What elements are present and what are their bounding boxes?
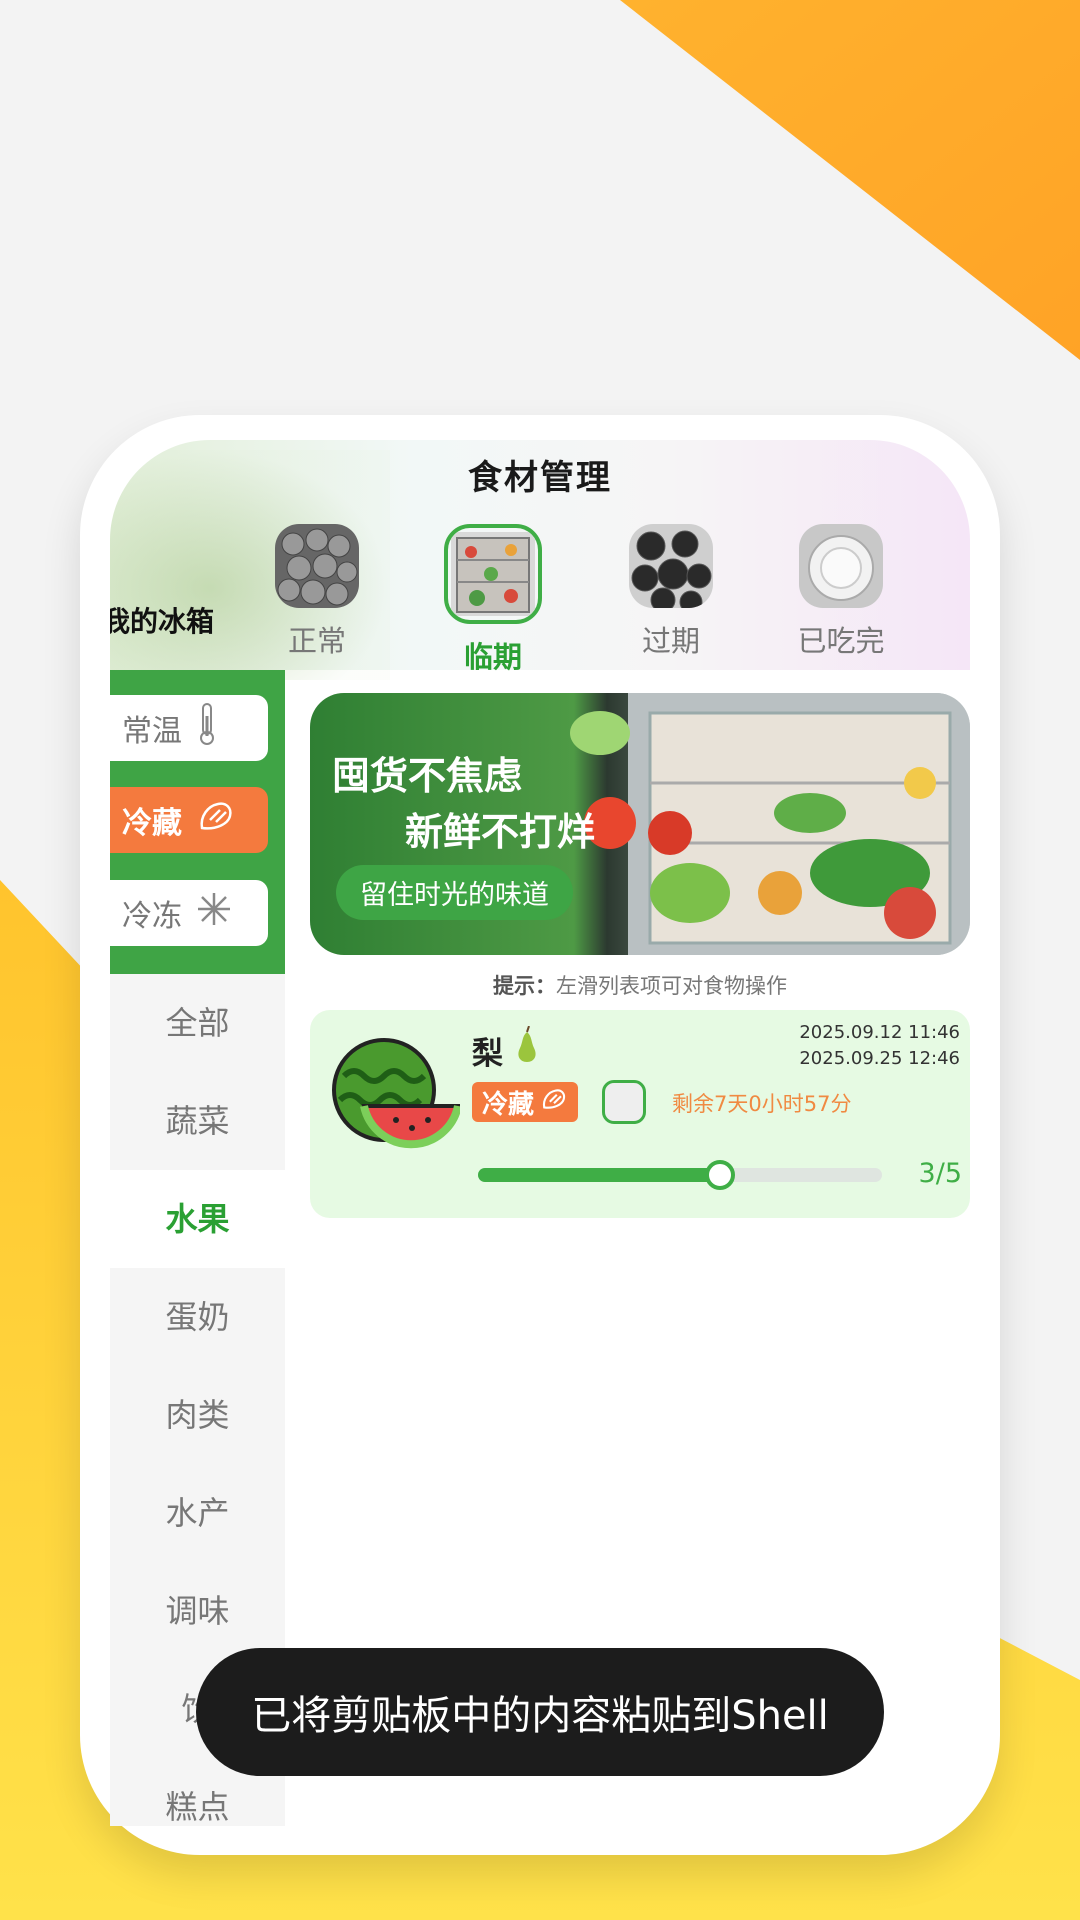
header: 食材管理 我的冰箱 正常 临期 过期 已吃完 <box>110 440 970 680</box>
hint-text: 左滑列表项可对食物操作 <box>556 974 787 998</box>
pear-icon <box>514 1025 540 1072</box>
tab-label: 正常 <box>287 624 346 658</box>
fridge-image <box>444 524 542 624</box>
start-time: 2025.09.12 11:46 <box>799 1022 960 1043</box>
watermelon-icon <box>324 1036 462 1156</box>
food-name-text: 梨 <box>472 1036 503 1072</box>
tab-near-expiry[interactable]: 临期 <box>428 524 558 676</box>
storage-frozen-button[interactable]: 冷冻 <box>110 880 268 946</box>
storage-tag-label: 冷藏 <box>482 1089 535 1120</box>
empty-plate-image <box>799 524 883 608</box>
progress-knob[interactable] <box>705 1160 736 1190</box>
hint-prefix: 提示： <box>493 974 556 998</box>
snowflake-icon <box>196 891 232 935</box>
storage-cold-button[interactable]: 冷藏 <box>110 787 268 853</box>
storage-selector: 常温 冷藏 冷冻 <box>110 670 285 974</box>
storage-label: 冷冻 <box>122 899 182 934</box>
category-item[interactable]: 调味 <box>110 1562 285 1660</box>
app-screen: 食材管理 我的冰箱 正常 临期 过期 已吃完 常温 冷藏 冷冻 全部 蔬菜 水果… <box>110 440 970 1826</box>
my-fridge-link[interactable]: 我的冰箱 <box>110 600 214 640</box>
swipe-hint: 提示：左滑列表项可对食物操作 <box>310 970 970 1000</box>
food-item-card[interactable]: 梨 2025.09.12 11:46 2025.09.25 12:46 冷藏 剩… <box>310 1010 970 1218</box>
category-item[interactable]: 蛋奶 <box>110 1268 285 1366</box>
fridge-thumbnail-icon <box>602 1080 646 1124</box>
category-item[interactable]: 水产 <box>110 1464 285 1562</box>
toast-message: 已将剪贴板中的内容粘贴到Shell <box>196 1648 884 1776</box>
category-item[interactable]: 蔬菜 <box>110 1072 285 1170</box>
expiry-time: 2025.09.25 12:46 <box>799 1048 960 1069</box>
tab-finished[interactable]: 已吃完 <box>776 524 906 660</box>
cold-storage-icon <box>196 798 236 842</box>
progress-text: 3/5 <box>918 1158 962 1189</box>
thermometer-icon <box>196 702 218 754</box>
freshness-progress[interactable] <box>478 1160 882 1190</box>
dark-berries-image <box>629 524 713 608</box>
food-name: 梨 <box>472 1025 540 1073</box>
promo-banner[interactable]: 囤货不焦虑 新鲜不打烊 留住时光的味道 <box>310 693 970 955</box>
category-item[interactable]: 肉类 <box>110 1366 285 1464</box>
category-item[interactable]: 全部 <box>110 974 285 1072</box>
storage-room-temp-button[interactable]: 常温 <box>110 695 268 761</box>
banner-slogan: 留住时光的味道 <box>336 865 573 920</box>
storage-label: 常温 <box>122 714 182 749</box>
storage-label: 冷藏 <box>122 806 182 841</box>
cold-storage-icon <box>540 1086 568 1119</box>
tab-expired[interactable]: 过期 <box>606 524 736 660</box>
banner-headline: 囤货不焦虑 <box>332 754 523 798</box>
tab-normal[interactable]: 正常 <box>252 524 382 660</box>
remaining-time: 剩余7天0小时57分 <box>672 1092 852 1116</box>
tab-label: 临期 <box>463 640 522 674</box>
progress-fill <box>478 1168 721 1182</box>
page-title: 食材管理 <box>468 458 612 498</box>
storage-tag: 冷藏 <box>472 1082 579 1122</box>
category-item-active[interactable]: 水果 <box>110 1170 285 1268</box>
banner-subheadline: 新鲜不打烊 <box>405 810 596 854</box>
tab-label: 过期 <box>641 624 700 658</box>
tab-label: 已吃完 <box>797 624 885 658</box>
blueberries-image <box>275 524 359 608</box>
